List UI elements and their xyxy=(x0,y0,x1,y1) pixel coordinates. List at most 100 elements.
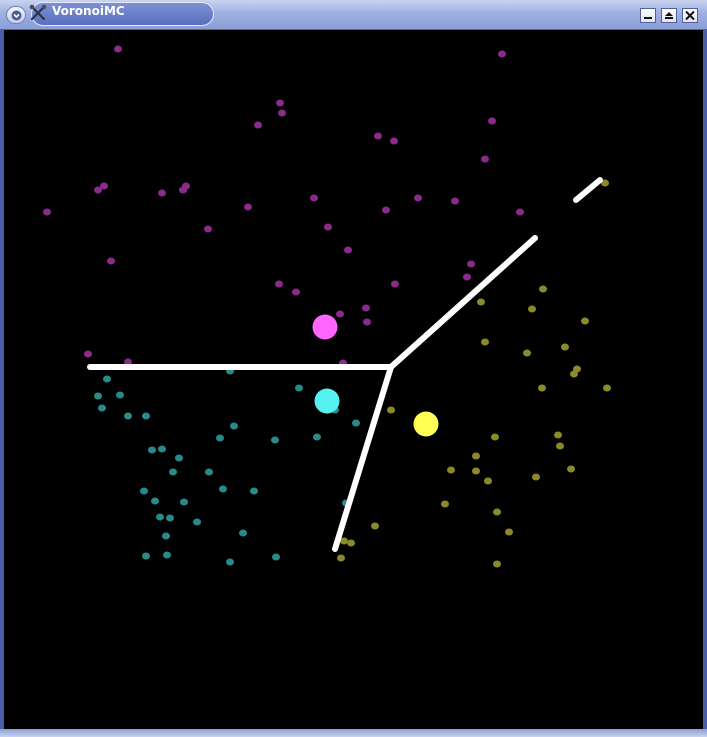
magenta-sample-point xyxy=(324,223,332,231)
yellow-site-marker[interactable] xyxy=(413,411,439,437)
magenta-sample-point xyxy=(390,137,398,145)
window-menu-button[interactable] xyxy=(6,6,26,24)
voronoi-edge xyxy=(388,235,538,370)
cyan-sample-point xyxy=(151,497,159,505)
magenta-sample-point xyxy=(94,186,102,194)
magenta-sample-point xyxy=(516,208,524,216)
yellow-sample-point xyxy=(337,554,345,562)
title-bar[interactable]: VoronoiMC xyxy=(0,0,707,30)
cyan-sample-point xyxy=(163,551,171,559)
cyan-sample-point xyxy=(148,446,156,454)
yellow-sample-point xyxy=(554,431,562,439)
magenta-sample-point xyxy=(363,318,371,326)
maximize-button[interactable] xyxy=(661,8,677,23)
magenta-sample-point xyxy=(275,280,283,288)
chevron-down-icon xyxy=(11,10,22,21)
voronoi-edge xyxy=(573,177,603,203)
yellow-sample-point xyxy=(481,338,489,346)
yellow-sample-point xyxy=(491,433,499,441)
magenta-sample-point xyxy=(481,155,489,163)
minimize-button[interactable] xyxy=(640,8,656,23)
yellow-sample-point xyxy=(484,477,492,485)
cyan-sample-point xyxy=(162,532,170,540)
yellow-sample-point xyxy=(447,466,455,474)
yellow-sample-point xyxy=(570,370,578,378)
yellow-sample-point xyxy=(371,522,379,530)
yellow-sample-point xyxy=(532,473,540,481)
cyan-sample-point xyxy=(313,433,321,441)
cyan-sample-point xyxy=(103,375,111,383)
cyan-sample-point xyxy=(272,553,280,561)
magenta-sample-point xyxy=(158,189,166,197)
cyan-sample-point xyxy=(352,419,360,427)
cyan-sample-point xyxy=(156,513,164,521)
magenta-sample-point xyxy=(179,186,187,194)
window-bottom-border xyxy=(0,729,707,737)
magenta-sample-point xyxy=(336,310,344,318)
cyan-sample-point xyxy=(271,436,279,444)
magenta-sample-point xyxy=(278,109,286,117)
cyan-sample-point xyxy=(226,558,234,566)
yellow-sample-point xyxy=(505,528,513,536)
magenta-sample-point xyxy=(498,50,506,58)
cyan-sample-point xyxy=(239,529,247,537)
yellow-sample-point xyxy=(538,384,546,392)
cyan-sample-point xyxy=(142,412,150,420)
yellow-sample-point xyxy=(539,285,547,293)
window-title: VoronoiMC xyxy=(52,4,125,18)
magenta-sample-point xyxy=(451,197,459,205)
close-button[interactable] xyxy=(682,8,698,23)
cyan-site-marker[interactable] xyxy=(314,388,340,414)
cyan-sample-point xyxy=(142,552,150,560)
magenta-sample-point xyxy=(84,350,92,358)
magenta-sample-point xyxy=(114,45,122,53)
cyan-sample-point xyxy=(169,468,177,476)
close-icon xyxy=(685,11,695,20)
yellow-sample-point xyxy=(528,305,536,313)
magenta-sample-point xyxy=(344,246,352,254)
magenta-sample-point xyxy=(382,206,390,214)
yellow-sample-point xyxy=(493,508,501,516)
cyan-sample-point xyxy=(193,518,201,526)
minimize-icon xyxy=(644,17,652,19)
cyan-sample-point xyxy=(219,485,227,493)
magenta-sample-point xyxy=(391,280,399,288)
voronoi-canvas[interactable] xyxy=(4,30,703,729)
magenta-sample-point xyxy=(292,288,300,296)
yellow-sample-point xyxy=(556,442,564,450)
cyan-sample-point xyxy=(295,384,303,392)
magenta-sample-point xyxy=(414,194,422,202)
yellow-sample-point xyxy=(581,317,589,325)
magenta-sample-point xyxy=(374,132,382,140)
magenta-sample-point xyxy=(107,257,115,265)
yellow-sample-point xyxy=(523,349,531,357)
magenta-sample-point xyxy=(276,99,284,107)
cyan-sample-point xyxy=(250,487,258,495)
yellow-sample-point xyxy=(472,452,480,460)
cyan-sample-point xyxy=(98,404,106,412)
voronoi-edge xyxy=(332,364,394,552)
magenta-sample-point xyxy=(254,121,262,129)
magenta-sample-point xyxy=(467,260,475,268)
yellow-sample-point xyxy=(472,467,480,475)
cyan-sample-point xyxy=(205,468,213,476)
yellow-sample-point xyxy=(603,384,611,392)
cyan-sample-point xyxy=(116,391,124,399)
cyan-sample-point xyxy=(216,434,224,442)
cyan-sample-point xyxy=(140,487,148,495)
cyan-sample-point xyxy=(124,412,132,420)
cyan-sample-point xyxy=(180,498,188,506)
cyan-sample-point xyxy=(166,514,174,522)
magenta-sample-point xyxy=(43,208,51,216)
cyan-sample-point xyxy=(230,422,238,430)
yellow-sample-point xyxy=(347,539,355,547)
maximize-icon xyxy=(665,12,673,19)
magenta-sample-point xyxy=(244,203,252,211)
yellow-sample-point xyxy=(561,343,569,351)
magenta-site-marker[interactable] xyxy=(312,314,338,340)
yellow-sample-point xyxy=(441,500,449,508)
magenta-sample-point xyxy=(362,304,370,312)
voronoi-window: VoronoiMC xyxy=(0,0,707,737)
magenta-sample-point xyxy=(204,225,212,233)
yellow-sample-point xyxy=(567,465,575,473)
